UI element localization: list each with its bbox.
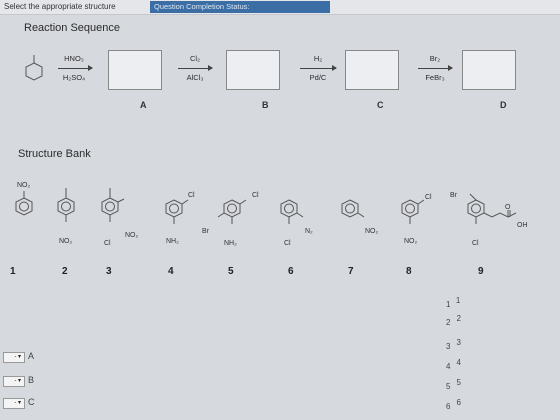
structure-number-6: 6 bbox=[288, 266, 294, 277]
s8-chloro-label: Cl bbox=[425, 194, 432, 201]
step2-reagent-top: Cl₂ bbox=[190, 54, 200, 63]
option-2[interactable]: 22 bbox=[446, 314, 461, 327]
option-4[interactable]: 44 bbox=[446, 358, 461, 371]
s9-chloro-label: Cl bbox=[472, 240, 479, 247]
structure-number-7: 7 bbox=[348, 266, 354, 277]
structure-number-5: 5 bbox=[228, 266, 234, 277]
s4-amino-label: NH₂ bbox=[166, 238, 179, 245]
s2-nitro-label: NO₂ bbox=[59, 238, 73, 245]
structure-number-8: 8 bbox=[406, 266, 412, 277]
option-1[interactable]: 11 bbox=[446, 296, 460, 309]
step1-reagent-bottom: H₂SO₄ bbox=[62, 73, 86, 82]
s9-hydroxyl-label: OH bbox=[517, 222, 528, 229]
structure-9[interactable] bbox=[462, 190, 542, 234]
s4-chloro-label: Cl bbox=[188, 192, 195, 199]
step2-reagent-bottom: AlCl₃ bbox=[186, 73, 204, 82]
step1-arrow bbox=[58, 65, 93, 71]
structure-8[interactable] bbox=[396, 190, 440, 234]
structure-7[interactable] bbox=[336, 190, 380, 230]
step3-reagent-bottom: Pd/C bbox=[309, 73, 327, 82]
s9-bromo-label: Br bbox=[450, 192, 457, 199]
s7-nitro-label: NO₂ bbox=[365, 228, 379, 235]
product-slot-d[interactable] bbox=[462, 50, 516, 90]
slot-label-c: C bbox=[377, 100, 384, 110]
completion-status-bar[interactable]: Question Completion Status: bbox=[150, 1, 330, 13]
product-slot-a[interactable] bbox=[108, 50, 162, 90]
structure-1-nitrobenzene[interactable] bbox=[10, 188, 42, 222]
step4-reagent-top: Br₂ bbox=[429, 54, 441, 63]
structure-number-2: 2 bbox=[62, 266, 68, 277]
step2-arrow bbox=[178, 65, 213, 71]
product-slot-c[interactable] bbox=[345, 50, 399, 90]
slot-label-b: B bbox=[262, 100, 269, 110]
s5-amino-label: NH₂ bbox=[224, 240, 237, 247]
s6-chloro-label: Cl bbox=[284, 240, 291, 247]
s5-bromo-label: Br bbox=[202, 228, 209, 235]
reaction-sequence-title: Reaction Sequence bbox=[24, 22, 121, 34]
structure-number-1: 1 bbox=[10, 266, 16, 277]
option-6[interactable]: 66 bbox=[446, 398, 461, 411]
product-slot-b[interactable] bbox=[226, 50, 280, 90]
s3-chloro-label: Cl bbox=[104, 240, 111, 247]
s5-chloro-label: Cl bbox=[252, 192, 259, 199]
structure-number-3: 3 bbox=[106, 266, 112, 277]
step4-arrow bbox=[418, 65, 453, 71]
step3-reagent-top: H₂ bbox=[313, 54, 323, 63]
option-3[interactable]: 33 bbox=[446, 338, 461, 351]
structure-number-9: 9 bbox=[478, 266, 484, 277]
s1-nitro-label: NO₂ bbox=[17, 182, 31, 189]
s8-nitro-label: NO₂ bbox=[404, 238, 418, 245]
answer-a-label: A bbox=[28, 351, 35, 361]
answer-b-dropdown[interactable]: - ▾ bbox=[3, 376, 25, 387]
structure-number-4: 4 bbox=[168, 266, 174, 277]
s6-diazo-label: N₂ bbox=[305, 228, 313, 235]
structure-bank-title: Structure Bank bbox=[18, 148, 91, 160]
slot-label-d: D bbox=[500, 100, 507, 110]
option-5[interactable]: 55 bbox=[446, 378, 461, 391]
step1-reagent-top: HNO₃ bbox=[64, 54, 84, 63]
instruction-text: Select the appropriate structure bbox=[4, 2, 116, 11]
answer-c-label: C bbox=[28, 397, 35, 407]
s3-nitro-label: NO₂ bbox=[125, 232, 139, 239]
answer-c-dropdown[interactable]: - ▾ bbox=[3, 398, 25, 409]
slot-label-a: A bbox=[140, 100, 147, 110]
answer-b-label: B bbox=[28, 375, 35, 385]
structure-2[interactable] bbox=[52, 188, 84, 232]
answer-a-dropdown[interactable]: - ▾ bbox=[3, 352, 25, 363]
step3-arrow bbox=[300, 65, 337, 71]
structure-3[interactable] bbox=[96, 188, 136, 232]
step4-reagent-bottom: FeBr₃ bbox=[425, 73, 445, 82]
s9-carbonyl-o-label: O bbox=[505, 204, 511, 211]
top-bar: Select the appropriate structure Questio… bbox=[0, 0, 560, 15]
